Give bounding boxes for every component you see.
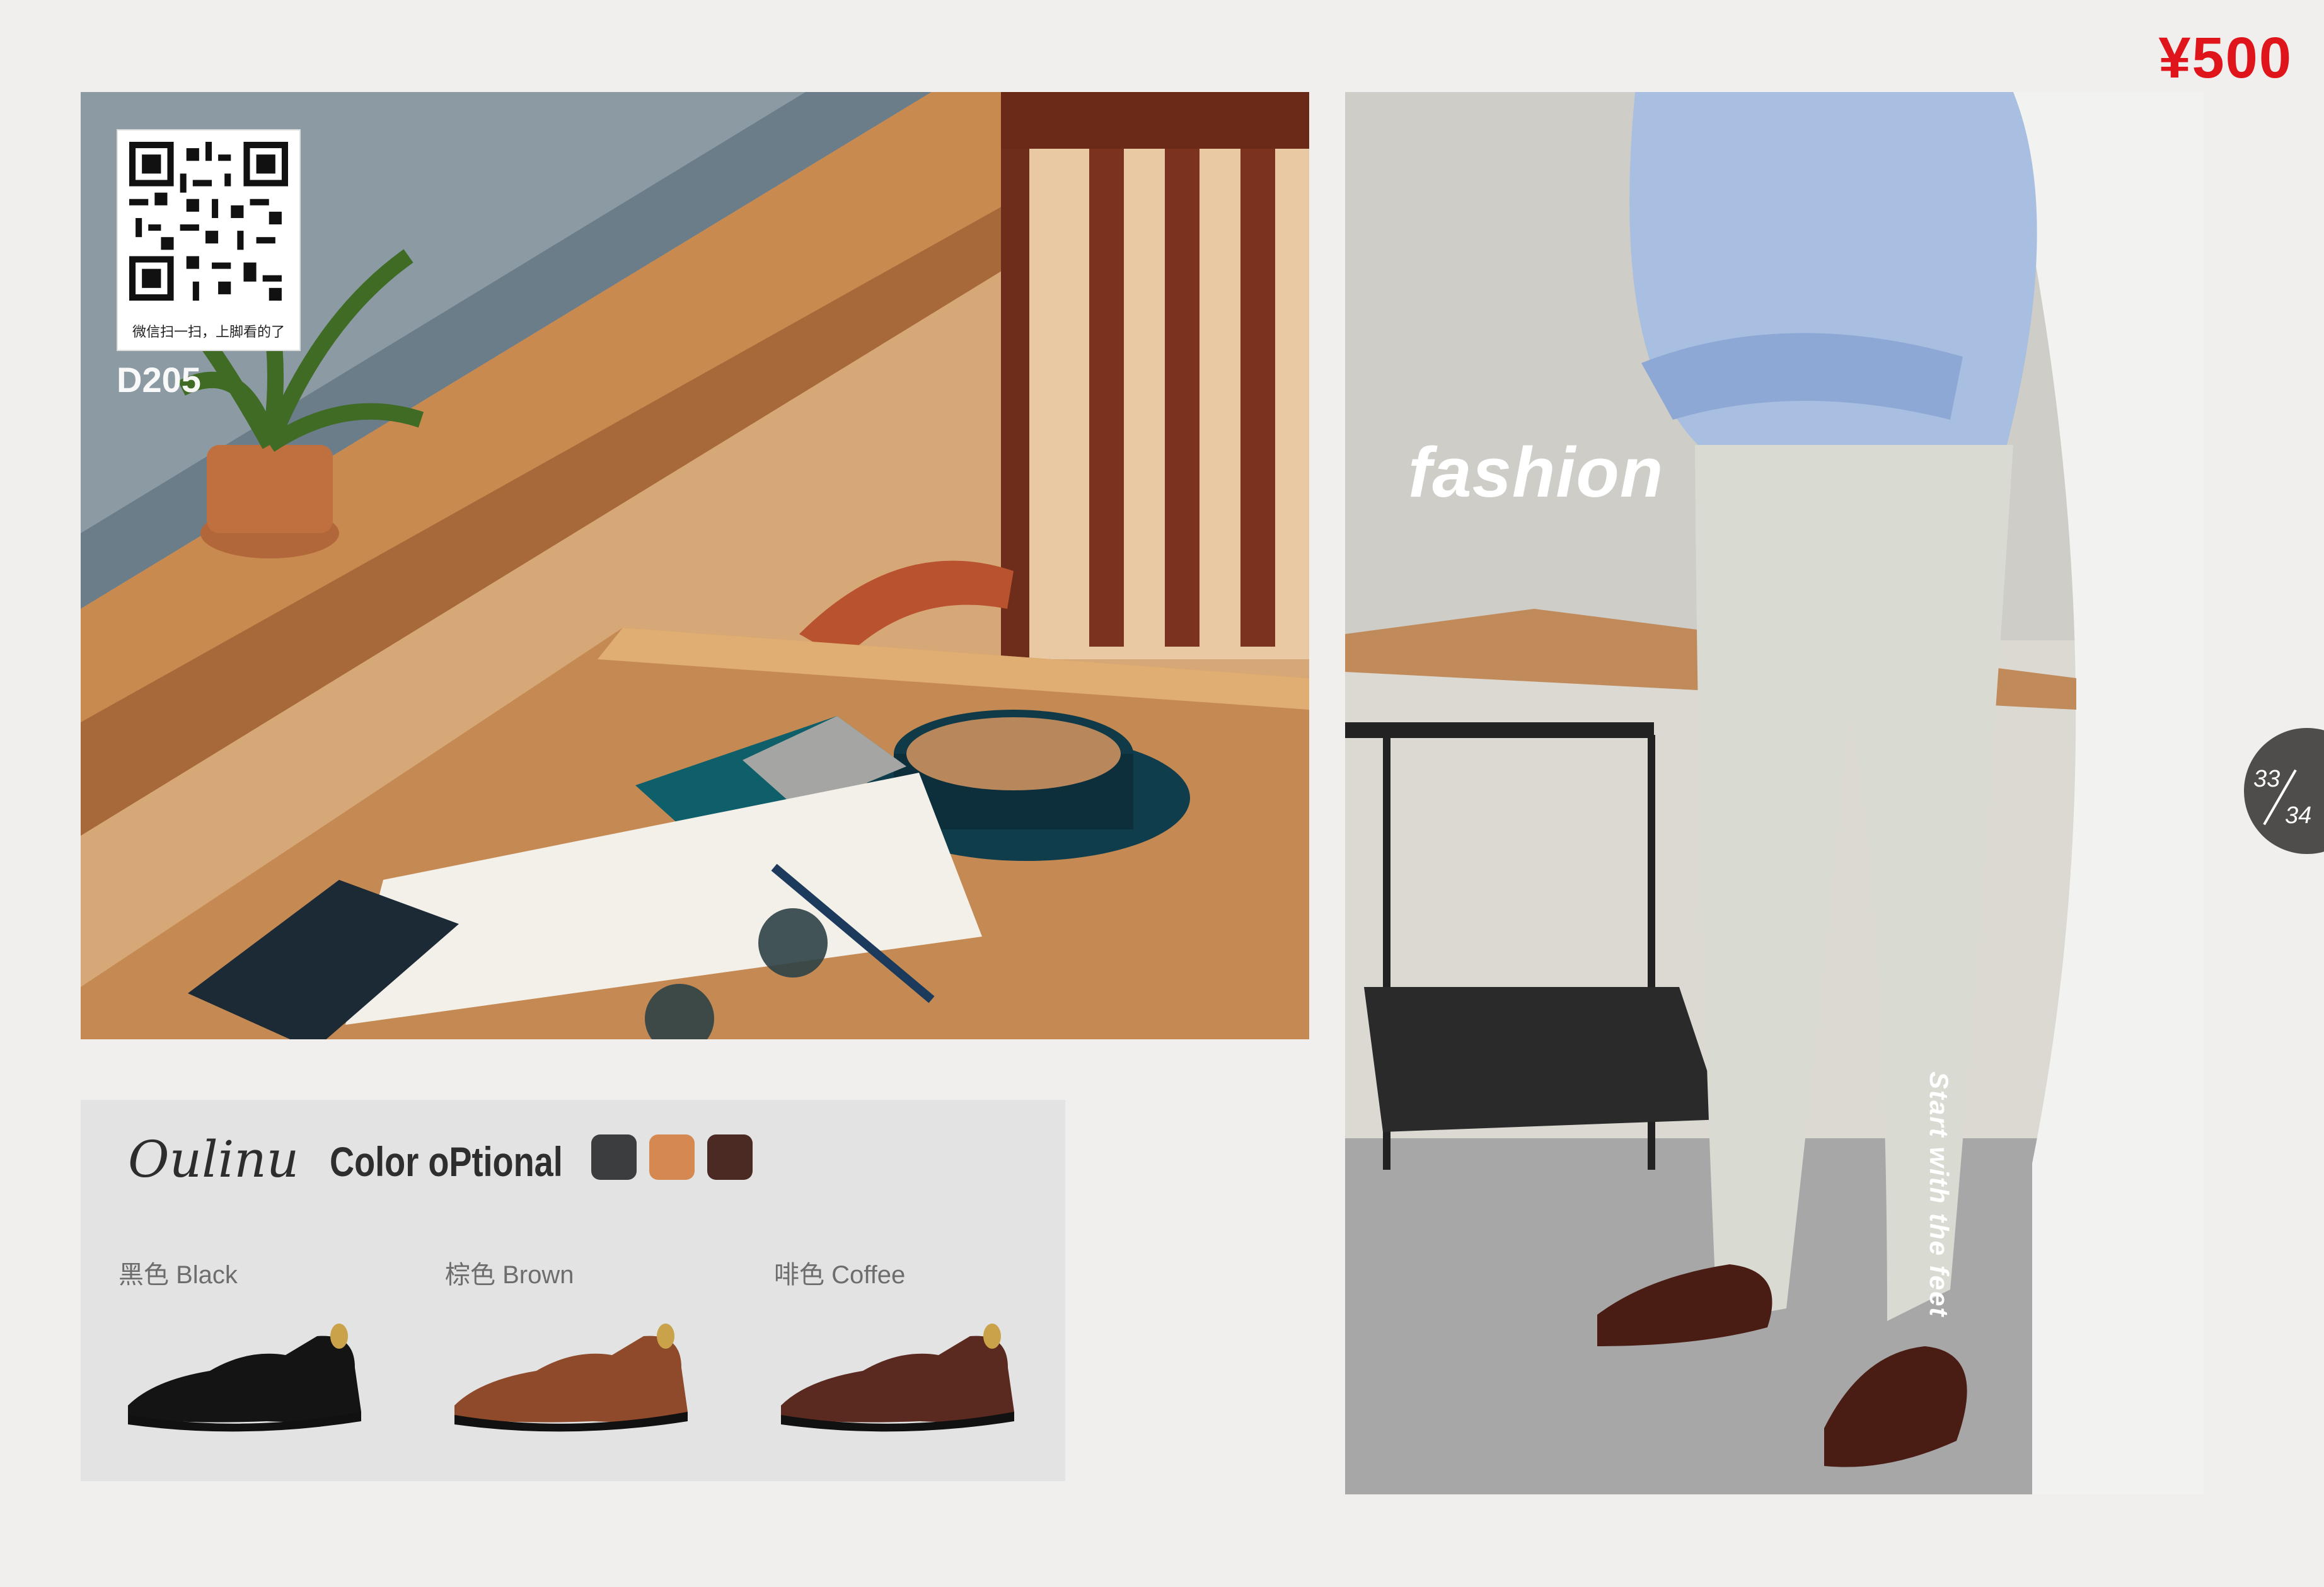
page-indicator: 33 34 [2244, 728, 2324, 854]
color-options-panel: Oulinu Color oPtional 黑色 Black 棕色 Brown … [81, 1100, 1065, 1481]
price-tag: ¥500 [2158, 26, 2292, 90]
total-pages: 34 [2285, 802, 2312, 829]
qr-caption: 微信扫一扫，上脚看的了 [132, 324, 285, 340]
color-label-coffee: 啡色 Coffee [774, 1261, 906, 1289]
qr-code-card[interactable]: 微信扫一扫，上脚看的了 [117, 129, 301, 351]
swatch-coffee[interactable] [707, 1134, 753, 1180]
color-optional-title: Color oPtional [330, 1138, 563, 1185]
shoe-coffee-image[interactable] [768, 1311, 1020, 1440]
current-page: 33 [2253, 766, 2281, 792]
model-scene-illustration [1345, 92, 2204, 1494]
hero-word: fashion [1408, 433, 1664, 512]
brand-signature: Oulinu [128, 1130, 299, 1189]
shoe-black-image[interactable] [115, 1311, 367, 1440]
color-label-brown: 棕色 Brown [445, 1261, 574, 1289]
color-label-black: 黑色 Black [119, 1261, 238, 1289]
shoe-brown-image[interactable] [442, 1311, 694, 1440]
qr-code-icon [129, 142, 288, 301]
lifestyle-photo-model [1345, 92, 2204, 1494]
swatch-brown[interactable] [649, 1134, 695, 1180]
swatch-black[interactable] [591, 1134, 637, 1180]
vertical-tagline: Start with the feet [1924, 1071, 1954, 1318]
product-code: D205 [117, 360, 201, 400]
